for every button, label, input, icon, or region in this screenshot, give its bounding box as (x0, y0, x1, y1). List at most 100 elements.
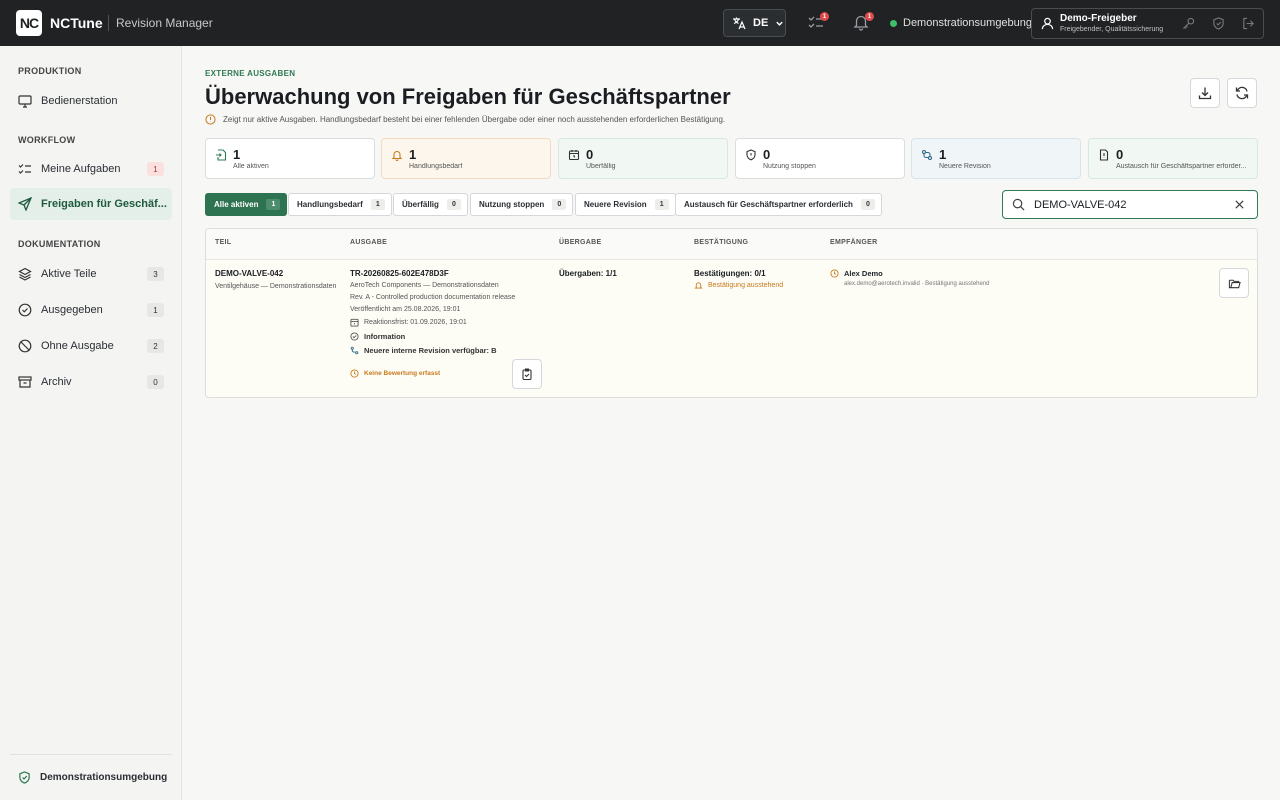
filter-overdue[interactable]: Überfällig 0 (393, 193, 468, 216)
clear-search-icon[interactable] (1234, 199, 1245, 210)
user-menu[interactable]: Demo-Freigeber Freigebender, Qualitätssi… (1031, 8, 1264, 39)
shield-icon[interactable] (1212, 17, 1225, 30)
filter-label: Alle aktiven (214, 200, 259, 209)
sidebar-item-count: 1 (147, 303, 164, 317)
sidebar-item-issued[interactable]: Ausgegeben 1 (10, 294, 172, 326)
stat-value: 0 (763, 147, 771, 162)
archive-icon (18, 375, 32, 389)
sidebar-item-label: Freigaben für Geschäf... (41, 198, 167, 210)
confirmation-status: Bestätigung ausstehend (694, 281, 783, 290)
refresh-button[interactable] (1227, 78, 1257, 108)
table-row[interactable]: DEMO-VALVE-042 Ventilgehäuse — Demonstra… (206, 260, 1257, 397)
tasks-badge: 1 (820, 12, 829, 21)
filter-stop-usage[interactable]: Nutzung stoppen 0 (470, 193, 574, 216)
stat-label: Nutzung stoppen (763, 163, 816, 170)
sidebar-item-label: Ohne Ausgabe (41, 340, 114, 352)
sidebar-section-documentation: DOKUMENTATION (18, 239, 101, 249)
issue-published: Veröffentlicht am 25.08.2026, 19:01 (350, 306, 461, 313)
sidebar-item-partner-releases[interactable]: Freigaben für Geschäf... (10, 188, 172, 220)
issue-rating: Keine Bewertung erfasst (350, 369, 440, 378)
issue-company: AeroTech Components — Demonstrationsdate… (350, 282, 499, 289)
tasks-icon (18, 162, 32, 176)
filter-all-active[interactable]: Alle aktiven 1 (205, 193, 288, 216)
translate-icon (732, 16, 746, 30)
refresh-icon (1235, 86, 1249, 100)
app-logo[interactable]: NC (16, 10, 42, 36)
search-box (1002, 190, 1258, 219)
sidebar-item-operator-station[interactable]: Bedienerstation (10, 85, 172, 117)
issue-rating-text: Keine Bewertung erfasst (364, 370, 441, 377)
no-issue-icon (18, 339, 32, 353)
sidebar-section-production: PRODUKTION (18, 66, 82, 76)
info-circle-icon (205, 114, 216, 125)
monitor-icon (18, 94, 32, 108)
sidebar-item-label: Ausgegeben (41, 304, 103, 316)
sidebar-item-my-tasks[interactable]: Meine Aufgaben 1 (10, 153, 172, 185)
filter-partner-exchange[interactable]: Austausch für Geschäftspartner erforderl… (675, 193, 882, 216)
sidebar-item-archive[interactable]: Archiv 0 (10, 366, 172, 398)
stat-label: Austausch für Geschäftspartner erforder.… (1116, 163, 1247, 170)
column-header-confirmation: BESTÄTIGUNG (694, 239, 749, 246)
bell-icon (694, 281, 703, 290)
user-role: Freigebender, Qualitätssicherung (1060, 26, 1164, 33)
logout-icon[interactable] (1242, 17, 1255, 30)
chevron-down-icon (775, 19, 784, 28)
revision-icon (921, 149, 933, 161)
revision-icon (350, 346, 359, 355)
sidebar-item-not-issued[interactable]: Ohne Ausgabe 2 (10, 330, 172, 362)
filter-label: Austausch für Geschäftspartner erforderl… (684, 200, 853, 209)
checklist-button[interactable] (512, 359, 542, 389)
search-icon (1012, 198, 1025, 211)
send-icon (18, 197, 32, 211)
filter-count: 1 (654, 199, 669, 210)
key-icon[interactable] (1182, 17, 1195, 30)
filter-count: 1 (370, 199, 385, 210)
sidebar-item-count: 3 (147, 267, 164, 281)
recipient-name: Alex Demo (830, 269, 883, 278)
brand-name: NCTune (50, 15, 103, 31)
open-folder-button[interactable] (1219, 268, 1249, 298)
stat-label: Überfällig (586, 163, 616, 170)
filter-label: Handlungsbedarf (297, 200, 363, 209)
issue-info: Information (350, 332, 405, 341)
sidebar-section-workflow: WORKFLOW (18, 135, 76, 145)
column-header-recipient: EMPFÄNGER (830, 239, 878, 246)
filter-count: 0 (552, 199, 567, 210)
filter-newer-revision[interactable]: Neuere Revision 1 (575, 193, 676, 216)
folder-open-icon (1228, 277, 1241, 290)
stat-card-action-needed[interactable]: 1 Handlungsbedarf (381, 138, 551, 179)
stat-card-newer-revision[interactable]: 1 Neuere Revision (911, 138, 1081, 179)
confirmation-status-text: Bestätigung ausstehend (708, 282, 784, 289)
stat-card-all-active[interactable]: 1 Alle aktiven (205, 138, 375, 179)
stat-card-partner-exchange[interactable]: 0 Austausch für Geschäftspartner erforde… (1088, 138, 1258, 179)
shield-alert-icon (745, 149, 757, 161)
sidebar-item-count: 0 (147, 375, 164, 389)
clock-icon (350, 369, 359, 378)
export-button[interactable] (1190, 78, 1220, 108)
issue-newer-revision-text: Neuere interne Revision verfügbar: B (364, 346, 497, 355)
environment-status-dot (890, 20, 897, 27)
issue-deadline-text: Reaktionsfrist: 01.09.2026, 19:01 (364, 319, 467, 326)
table-header: TEIL AUSGABE ÜBERGABE BESTÄTIGUNG EMPFÄN… (206, 229, 1257, 260)
search-input[interactable] (1034, 198, 1224, 211)
filter-action-needed[interactable]: Handlungsbedarf 1 (288, 193, 392, 216)
language-select[interactable]: DE (723, 9, 786, 37)
issue-id[interactable]: TR-20260825-602E478D3F (350, 269, 449, 278)
clipboard-check-icon (521, 368, 533, 380)
sidebar: PRODUKTION Bedienerstation WORKFLOW Mein… (0, 46, 182, 800)
sidebar-item-label: Archiv (41, 376, 72, 388)
filter-count: 0 (446, 199, 461, 210)
stat-card-overdue[interactable]: 0 Überfällig (558, 138, 728, 179)
notifications-badge: 1 (865, 12, 874, 21)
issue-newer-revision: Neuere interne Revision verfügbar: B (350, 346, 497, 355)
part-id[interactable]: DEMO-VALVE-042 (215, 269, 283, 278)
clock-icon (830, 269, 839, 278)
layers-icon (18, 267, 32, 281)
environment-label: Demonstrationsumgebung (903, 17, 1033, 29)
sidebar-item-active-parts[interactable]: Aktive Teile 3 (10, 258, 172, 290)
recipient-name-text: Alex Demo (844, 269, 883, 278)
issue-revision: Rev. A - Controlled production documenta… (350, 294, 516, 301)
stat-card-stop-usage[interactable]: 0 Nutzung stoppen (735, 138, 905, 179)
filter-label: Überfällig (402, 200, 439, 209)
releases-table: TEIL AUSGABE ÜBERGABE BESTÄTIGUNG EMPFÄN… (205, 228, 1258, 398)
